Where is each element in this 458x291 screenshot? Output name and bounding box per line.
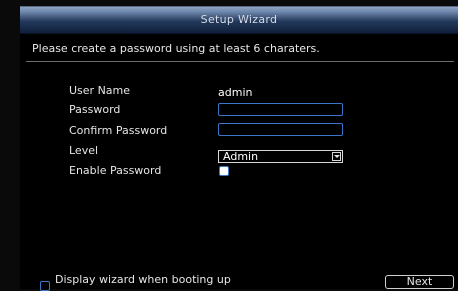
chevron-down-icon[interactable] <box>332 152 341 161</box>
confirm-password-label: Confirm Password <box>69 124 168 137</box>
password-field[interactable] <box>218 103 343 116</box>
divider <box>26 61 454 62</box>
next-button[interactable]: Next <box>385 275 454 289</box>
window-title: Setup Wizard <box>200 13 278 26</box>
wizard-on-boot-label: Display wizard when booting up <box>55 273 231 286</box>
level-select[interactable]: Admin <box>218 150 343 163</box>
instruction-text: Please create a password using at least … <box>32 42 320 55</box>
level-label: Level <box>69 144 99 157</box>
confirm-password-field[interactable] <box>218 123 343 136</box>
username-value: admin <box>218 86 253 99</box>
level-selected-value: Admin <box>223 150 259 163</box>
username-label: User Name <box>69 84 131 97</box>
title-bar: Setup Wizard <box>20 7 458 34</box>
password-label: Password <box>69 103 121 116</box>
enable-password-checkbox[interactable] <box>219 166 229 176</box>
setup-wizard-window: Setup Wizard Please create a password us… <box>20 6 458 291</box>
enable-password-label: Enable Password <box>69 164 162 177</box>
wizard-on-boot-checkbox[interactable] <box>40 281 50 291</box>
